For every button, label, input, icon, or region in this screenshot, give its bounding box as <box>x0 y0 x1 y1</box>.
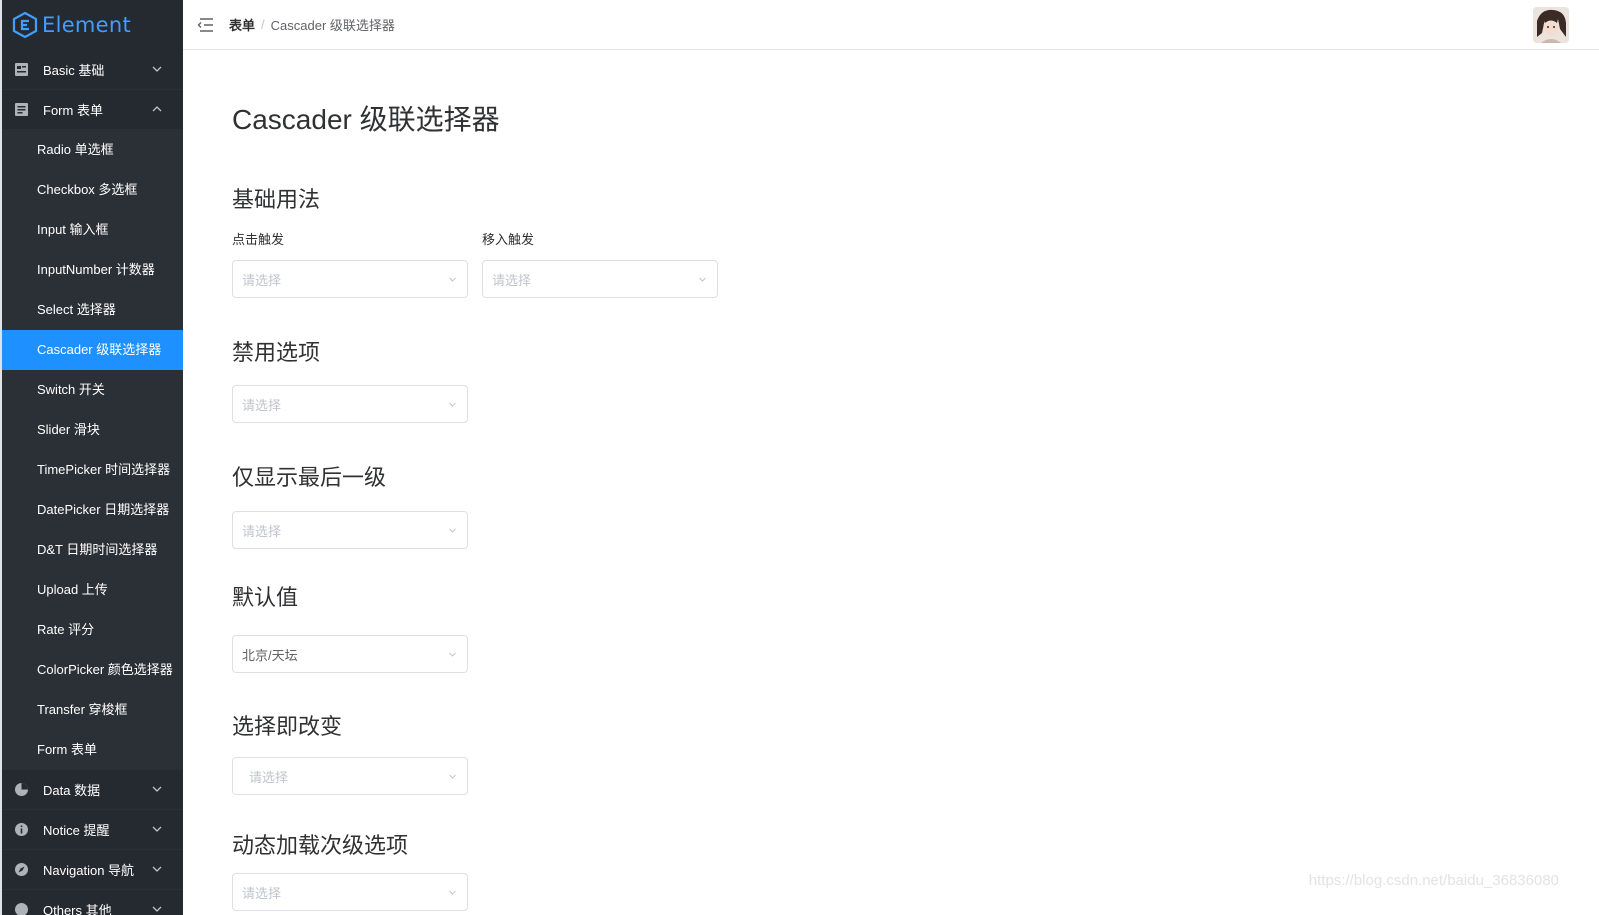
avatar-image <box>1533 7 1569 43</box>
breadcrumb-root[interactable]: 表单 <box>229 15 255 34</box>
select-placeholder: 请选择 <box>242 272 282 288</box>
chevron-down-icon <box>699 277 706 282</box>
click-trigger-label: 点击触发 <box>232 232 285 247</box>
more-icon <box>14 902 29 915</box>
cascader-change-on-select[interactable]: 请选择 <box>232 757 468 795</box>
sidebar: Element Basic 基础 Form 表单 Radio 单选框 Check… <box>0 0 183 915</box>
section-title-last-level: 仅显示最后一级 <box>232 465 387 490</box>
chevron-down-icon <box>449 890 456 895</box>
watermark: https://blog.csdn.net/baidu_36836080 <box>1308 872 1559 889</box>
avatar[interactable] <box>1533 7 1569 43</box>
sidebar-item-rate[interactable]: Rate 评分 <box>2 610 183 650</box>
section-title-change-on-select: 选择即改变 <box>232 714 343 739</box>
section-title-disabled: 禁用选项 <box>232 340 321 365</box>
menu-group-label: Form 表单 <box>43 103 103 118</box>
chevron-up-icon <box>152 106 162 112</box>
menu-group-basic[interactable]: Basic 基础 <box>2 50 183 90</box>
breadcrumb-current: Cascader 级联选择器 <box>270 18 395 33</box>
menu-group-label: Navigation 导航 <box>43 863 135 878</box>
cascader-click-select[interactable]: 请选择 <box>232 260 468 298</box>
sidebar-item-colorpicker[interactable]: ColorPicker 颜色选择器 <box>2 650 183 690</box>
sidebar-item-upload[interactable]: Upload 上传 <box>2 570 183 610</box>
chevron-down-icon <box>152 66 162 72</box>
logo-text: Element <box>42 13 132 37</box>
sidebar-item-switch[interactable]: Switch 开关 <box>2 370 183 410</box>
menu-toggle-icon[interactable] <box>195 15 215 35</box>
sidebar-item-checkbox[interactable]: Checkbox 多选框 <box>2 170 183 210</box>
menu-group-label: Others 其他 <box>43 903 112 915</box>
chevron-down-icon <box>449 774 456 779</box>
pie-icon <box>14 782 29 797</box>
cascader-disabled-option-select[interactable]: 请选择 <box>232 385 468 423</box>
sidebar-item-datepicker[interactable]: DatePicker 日期选择器 <box>2 490 183 530</box>
chevron-down-icon <box>152 866 162 872</box>
sidebar-item-select[interactable]: Select 选择器 <box>2 290 183 330</box>
cascader-last-level-select[interactable]: 请选择 <box>232 511 468 549</box>
section-title-basic: 基础用法 <box>232 187 321 212</box>
logo[interactable]: Element <box>2 0 183 50</box>
cascader-default-value-select[interactable]: 北京/天坛 <box>232 635 468 673</box>
menu-group-others[interactable]: Others 其他 <box>2 890 183 915</box>
menu-group-label: Notice 提醒 <box>43 823 110 838</box>
grid-icon <box>14 62 29 77</box>
menu-group-data[interactable]: Data 数据 <box>2 770 183 810</box>
sidebar-item-cascader[interactable]: Cascader 级联选择器 <box>2 330 183 370</box>
menu-group-label: Data 数据 <box>43 783 101 798</box>
chevron-down-icon <box>449 277 456 282</box>
select-placeholder: 请选择 <box>492 272 532 288</box>
top-header: 表单 / Cascader 级联选择器 <box>183 0 1599 50</box>
chevron-down-icon <box>449 528 456 533</box>
chevron-down-icon <box>449 652 456 657</box>
menu-group-navigation[interactable]: Navigation 导航 <box>2 850 183 890</box>
select-placeholder: 请选择 <box>242 397 282 413</box>
sidebar-item-inputnumber[interactable]: InputNumber 计数器 <box>2 250 183 290</box>
section-title-dynamic: 动态加载次级选项 <box>232 833 409 858</box>
select-value: 北京/天坛 <box>242 647 298 663</box>
sidebar-item-radio[interactable]: Radio 单选框 <box>2 130 183 170</box>
sidebar-item-transfer[interactable]: Transfer 穿梭框 <box>2 690 183 730</box>
section-title-default: 默认值 <box>232 585 299 610</box>
sidebar-item-datetimepicker[interactable]: D&T 日期时间选择器 <box>2 530 183 570</box>
cascader-dynamic-select[interactable]: 请选择 <box>232 873 468 911</box>
page-title: Cascader 级联选择器 <box>232 104 500 135</box>
sidebar-item-input[interactable]: Input 输入框 <box>2 210 183 250</box>
element-logo-icon <box>12 12 38 38</box>
info-icon <box>14 822 29 837</box>
select-placeholder: 请选择 <box>242 523 282 539</box>
form-icon <box>14 102 29 117</box>
chevron-down-icon <box>152 906 162 912</box>
form-submenu: Radio 单选框 Checkbox 多选框 Input 输入框 InputNu… <box>2 130 183 770</box>
select-placeholder: 请选择 <box>242 885 282 901</box>
select-placeholder: 请选择 <box>249 769 289 785</box>
chevron-down-icon <box>449 402 456 407</box>
sidebar-item-form[interactable]: Form 表单 <box>2 730 183 770</box>
cascader-hover-select[interactable]: 请选择 <box>482 260 718 298</box>
sidebar-item-timepicker[interactable]: TimePicker 时间选择器 <box>2 450 183 490</box>
menu-group-label: Basic 基础 <box>43 63 105 78</box>
compass-icon <box>14 862 29 877</box>
chevron-down-icon <box>152 826 162 832</box>
breadcrumb-separator: / <box>261 17 265 32</box>
sidebar-item-slider[interactable]: Slider 滑块 <box>2 410 183 450</box>
menu-group-notice[interactable]: Notice 提醒 <box>2 810 183 850</box>
chevron-down-icon <box>152 786 162 792</box>
menu-group-form[interactable]: Form 表单 <box>2 90 183 130</box>
hover-trigger-label: 移入触发 <box>482 232 535 247</box>
